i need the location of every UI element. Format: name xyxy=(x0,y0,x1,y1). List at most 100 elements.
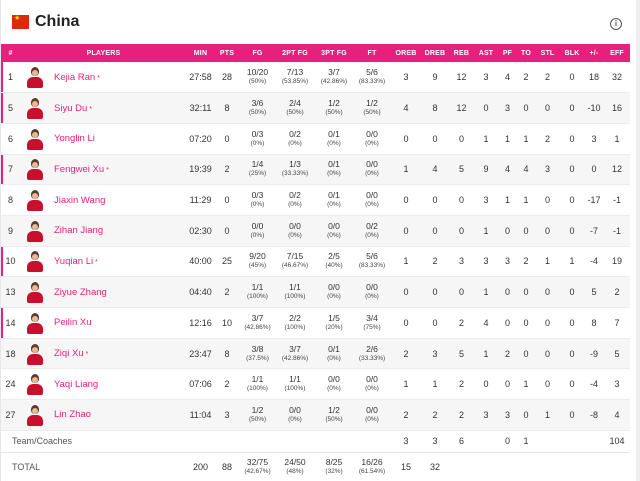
column-header[interactable]: DREB xyxy=(421,44,449,62)
player-name[interactable]: Zihan Jiang xyxy=(54,225,103,236)
player-cell[interactable]: Lin Zhao xyxy=(20,400,187,431)
player-row[interactable]: 5 Siyu Du * 32:11 8 3/6 (50%) 2/4 (50%) 1/2 (50%)… xyxy=(1,92,630,124)
player-cell[interactable]: Siyu Du * xyxy=(20,93,187,124)
stat-reb: 5 xyxy=(458,164,464,175)
player-name-link[interactable]: Siyu Du * xyxy=(54,103,92,114)
column-header[interactable]: PLAYERS xyxy=(20,44,187,62)
stat-pf: 3 xyxy=(504,103,510,114)
points: 0 xyxy=(224,225,230,236)
player-row[interactable]: 14 Peilin Xu 12:16 10 3/7 (42.86%) 2/2 (100%) 1/… xyxy=(1,307,630,339)
field-goals-made-attempted: 0/0 xyxy=(251,220,264,231)
two-point-fg: 1/1 (100%) xyxy=(275,369,315,400)
free-throws-percentage: (0%) xyxy=(365,385,379,393)
player-row[interactable]: 18 Ziqi Xu * 23:47 8 3/8 (37.5%) 3/7 (42.86%) 0/… xyxy=(1,338,630,369)
player-name-link[interactable]: Zihan Jiang xyxy=(54,225,103,236)
column-header[interactable]: FG xyxy=(240,44,275,62)
three-point-fg-percentage: (40%) xyxy=(325,262,343,270)
player-name-link[interactable]: Kejia Ran * xyxy=(54,72,100,83)
column-header[interactable]: EFF xyxy=(604,44,630,62)
player-name[interactable]: Siyu Du xyxy=(54,103,87,114)
player-row[interactable]: 6 Yonglin Li 07:20 0 0/3 (0%) 0/2 (0%) 0/1 (0%) 0/… xyxy=(1,123,630,155)
player-row[interactable]: 13 Ziyue Zhang 04:40 2 1/1 (100%) 1/1 (100%) 0/0… xyxy=(1,276,630,308)
column-header[interactable]: MIN xyxy=(187,44,214,62)
player-name-link[interactable]: Ziqi Xu * xyxy=(54,348,88,359)
player-name-link[interactable]: Yonglin Li xyxy=(54,133,95,144)
two-point-fg: 0/2 (0%) xyxy=(275,185,315,216)
total-two-point-fg: 24/50 (48%) xyxy=(275,452,315,480)
player-row[interactable]: 10 Yuqian Li * 40:00 25 9/20 (45%) 7/15 (46.67%… xyxy=(1,246,630,277)
column-header[interactable]: +/- xyxy=(584,44,604,62)
player-cell[interactable]: Yonglin Li xyxy=(20,123,187,154)
field-goals-percentage: (42.86%) xyxy=(244,323,271,331)
three-point-fg: 1/2 (50%) xyxy=(315,400,353,431)
field-goals-made-attempted: 9/20 xyxy=(249,251,266,262)
three-point-fg-made-attempted: 1/5 xyxy=(328,312,340,323)
two-point-fg-percentage: (100%) xyxy=(284,385,306,393)
player-row[interactable]: 7 Fengwei Xu * 19:39 2 1/4 (25%) 1/3 (33.33%) 0/… xyxy=(1,154,630,185)
player-row[interactable]: 9 Zihan Jiang 02:30 0 0/0 (0%) 0/0 (0%) 0/0 (0%) 0… xyxy=(1,215,630,247)
field-goals: 0/3 (0%) xyxy=(240,185,275,216)
player-avatar xyxy=(26,97,44,120)
column-header[interactable]: PF xyxy=(498,44,517,62)
player-name-link[interactable]: Peilin Xu xyxy=(54,317,92,328)
stat-ast: 1 xyxy=(483,133,489,144)
player-cell[interactable]: Ziyue Zhang xyxy=(20,277,187,308)
column-header[interactable]: PTS xyxy=(214,44,240,62)
player-name-link[interactable]: Yuqian Li * xyxy=(54,256,98,267)
player-name[interactable]: Yaqi Liang xyxy=(54,379,98,390)
player-name[interactable]: Ziqi Xu xyxy=(54,348,84,359)
total-empty-cell xyxy=(449,452,474,480)
stat-pf: 2 xyxy=(504,348,510,359)
total-free-throws: 16/26 (61.54%) xyxy=(353,452,391,480)
three-point-fg-percentage: (0%) xyxy=(327,231,341,239)
player-cell[interactable]: Zihan Jiang xyxy=(20,215,187,246)
player-name-link[interactable]: Ziyue Zhang xyxy=(54,287,107,298)
coach-stat-dreb: 3 xyxy=(432,436,438,447)
stat-eff: 2 xyxy=(614,287,620,298)
player-avatar xyxy=(26,220,44,242)
player-cell[interactable]: Ziqi Xu * xyxy=(20,338,187,369)
player-name-link[interactable]: Yaqi Liang xyxy=(54,379,98,390)
column-header[interactable]: 3PT FG xyxy=(315,44,353,62)
info-icon[interactable]: i xyxy=(610,18,622,30)
player-name[interactable]: Ziyue Zhang xyxy=(54,287,107,298)
stat-stl: 0 xyxy=(544,379,550,390)
player-row[interactable]: 24 Yaqi Liang 07:06 2 1/1 (100%) 1/1 (100%) 0/0(… xyxy=(1,369,630,400)
player-cell[interactable]: Yaqi Liang xyxy=(20,369,187,400)
player-row[interactable]: 8 Jiaxin Wang 11:29 0 0/3 (0%) 0/2 (0%) 0/1 (0%) 0… xyxy=(1,185,630,216)
column-header[interactable]: STL xyxy=(535,44,560,62)
player-name[interactable]: Yonglin Li xyxy=(54,133,95,144)
field-goals: 0/3 (0%) xyxy=(240,123,275,154)
player-name-link[interactable]: Fengwei Xu * xyxy=(54,164,109,175)
player-name[interactable]: Kejia Ran xyxy=(54,72,95,83)
two-point-fg-made-attempted: 7/13 xyxy=(286,67,304,78)
column-header[interactable]: TO xyxy=(517,44,535,62)
player-name[interactable]: Peilin Xu xyxy=(54,317,92,328)
player-avatar xyxy=(26,281,44,304)
player-cell[interactable]: Peilin Xu xyxy=(20,308,187,339)
free-throws: 0/0 (0%) xyxy=(353,277,391,308)
player-cell[interactable]: Yuqian Li * xyxy=(20,246,187,277)
column-header[interactable]: BLK xyxy=(560,44,584,62)
two-point-fg-percentage: (33.33%) xyxy=(281,170,309,178)
player-cell[interactable]: Kejia Ran * xyxy=(20,62,187,93)
player-name[interactable]: Fengwei Xu xyxy=(54,164,104,175)
player-row[interactable]: 27 Lin Zhao 11:04 3 1/2 (50%) 0/0 (0%) 1/2 (50%) 0… xyxy=(1,399,630,431)
player-cell[interactable]: Fengwei Xu * xyxy=(20,154,187,185)
field-goals: 10/20 (50%) xyxy=(240,62,275,93)
player-row[interactable]: 1 Kejia Ran * 27:58 28 10/20 (50%) 7/13 (53.85%… xyxy=(1,62,630,93)
column-header[interactable]: # xyxy=(1,44,20,62)
column-header[interactable]: OREB xyxy=(391,44,421,62)
jersey-number: 7 xyxy=(1,154,20,185)
player-name[interactable]: Yuqian Li xyxy=(54,256,93,267)
column-header[interactable]: AST xyxy=(474,44,498,62)
player-name[interactable]: Jiaxin Wang xyxy=(54,195,105,206)
stat-oreb: 0 xyxy=(403,133,409,144)
column-header[interactable]: REB xyxy=(449,44,474,62)
column-header[interactable]: 2PT FG xyxy=(275,44,315,62)
player-name-link[interactable]: Lin Zhao xyxy=(54,409,91,420)
player-name-link[interactable]: Jiaxin Wang xyxy=(54,195,105,206)
player-cell[interactable]: Jiaxin Wang xyxy=(20,185,187,216)
column-header[interactable]: FT xyxy=(353,44,391,62)
player-name[interactable]: Lin Zhao xyxy=(54,409,91,420)
